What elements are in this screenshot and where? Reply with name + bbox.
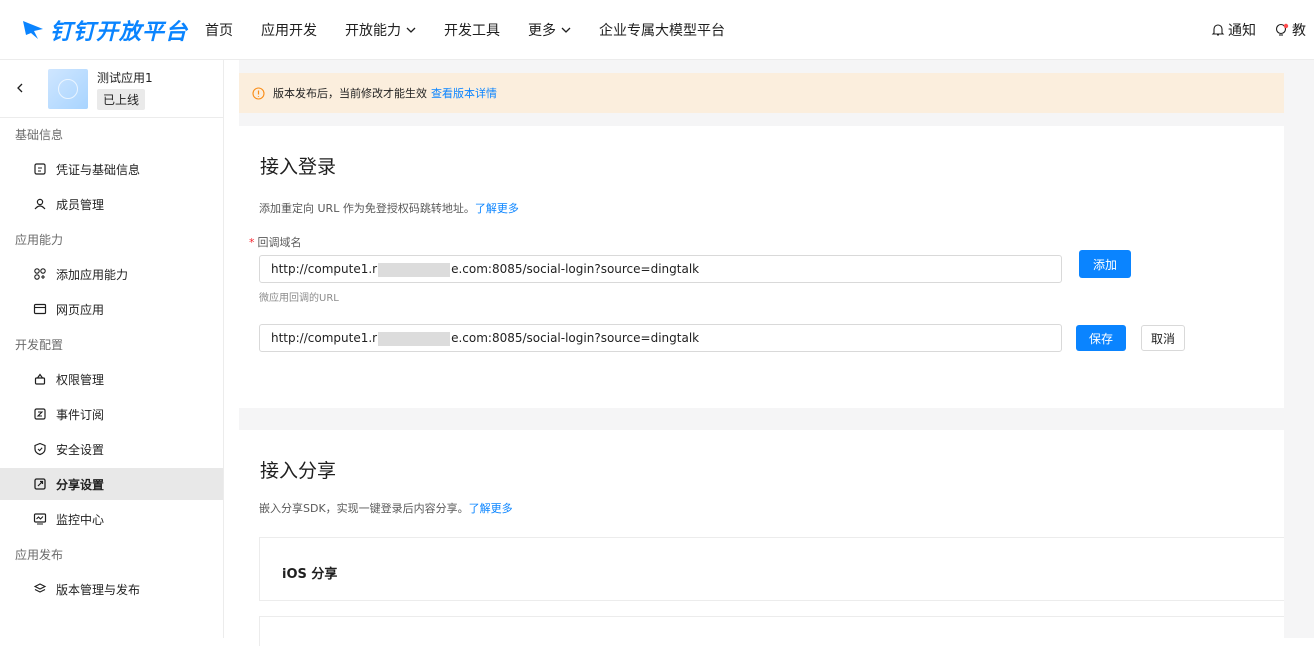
share-section-title: 接入分享 <box>260 460 337 482</box>
sidebar-item-label: 版本管理与发布 <box>56 582 141 597</box>
monitor-icon <box>33 513 47 525</box>
nav-open-capability[interactable]: 开放能力 <box>345 20 416 40</box>
app-name: 测试应用1 <box>97 71 153 85</box>
sidebar-item-security[interactable]: 安全设置 <box>0 433 223 465</box>
sidebar-item-label: 事件订阅 <box>56 407 105 422</box>
sidebar-item-label: 添加应用能力 <box>56 267 129 282</box>
sidebar: 测试应用1 已上线 基础信息 凭证与基础信息 成员管理 应用能力 添加应用能力 … <box>0 60 224 638</box>
nav-dev-tools[interactable]: 开发工具 <box>444 20 500 40</box>
save-button[interactable]: 保存 <box>1076 325 1126 351</box>
sidebar-item-version-release[interactable]: 版本管理与发布 <box>0 573 223 605</box>
tutorial-label: 教 <box>1292 23 1306 39</box>
tutorial-button[interactable]: 教 <box>1274 20 1314 40</box>
webpage-icon <box>33 303 47 315</box>
group-title-basic: 基础信息 <box>15 128 64 142</box>
nav-enterprise-llm[interactable]: 企业专属大模型平台 <box>599 20 725 40</box>
sidebar-item-label: 安全设置 <box>56 442 105 457</box>
apps-icon <box>34 268 46 280</box>
sidebar-item-label: 分享设置 <box>56 477 105 492</box>
cancel-button[interactable]: 取消 <box>1141 325 1185 351</box>
event-icon <box>34 408 46 420</box>
sidebar-item-members[interactable]: 成员管理 <box>0 188 223 220</box>
nav-home-label: 首页 <box>205 23 233 39</box>
url-suffix: e.com:8085/social-login?source=dingtalk <box>451 331 700 345</box>
back-arrow-icon[interactable] <box>14 80 26 96</box>
nav-app-dev[interactable]: 应用开发 <box>261 20 317 40</box>
nav-more-label: 更多 <box>528 23 556 39</box>
sidebar-item-label: 网页应用 <box>56 302 105 317</box>
login-section-card: 接入登录 添加重定向 URL 作为免登授权码跳转地址。了解更多 * 回调域名 ht… <box>239 126 1284 408</box>
sidebar-item-label: 权限管理 <box>56 372 105 387</box>
ios-share-title: iOS 分享 <box>282 567 338 582</box>
brand-logo[interactable]: 钉钉开放平台 <box>20 14 188 46</box>
layers-icon <box>33 583 47 593</box>
login-learn-more-link[interactable]: 了解更多 <box>475 202 519 215</box>
notification-button[interactable]: 通知 <box>1211 20 1256 40</box>
top-bar: 钉钉开放平台 首页 应用开发 开放能力 开发工具 更多 企业专属大模型平台 通知… <box>0 0 1314 60</box>
chevron-down-icon <box>561 27 571 33</box>
notification-label: 通知 <box>1228 23 1256 39</box>
lock-icon <box>34 373 46 385</box>
ios-share-panel[interactable]: iOS 分享 <box>259 537 1284 601</box>
nav-open-capability-label: 开放能力 <box>345 23 401 39</box>
nav-enterprise-llm-label: 企业专属大模型平台 <box>599 23 725 39</box>
view-version-link[interactable]: 查看版本详情 <box>431 85 497 101</box>
redacted-mask <box>378 262 451 277</box>
share-section-card: 接入分享 嵌入分享SDK，实现一键登录后内容分享。了解更多 iOS 分享 <box>239 430 1284 646</box>
group-title-dev-config: 开发配置 <box>15 338 64 352</box>
status-badge: 已上线 <box>97 89 146 110</box>
url-prefix: http://compute1.r <box>271 262 378 276</box>
top-right-actions: 通知 教 <box>1211 0 1314 60</box>
callback-url-hint: 微应用回调的URL <box>259 293 339 304</box>
next-share-panel[interactable] <box>259 616 1284 646</box>
sidebar-item-credentials[interactable]: 凭证与基础信息 <box>0 153 223 185</box>
app-avatar <box>48 69 88 109</box>
required-asterisk: * <box>249 236 255 249</box>
share-icon <box>34 478 46 490</box>
notice-text: 版本发布后，当前修改才能生效 <box>273 87 427 100</box>
share-section-desc: 嵌入分享SDK，实现一键登录后内容分享。了解更多 <box>259 500 513 516</box>
release-notice-banner: 版本发布后，当前修改才能生效 查看版本详情 <box>239 73 1284 113</box>
sidebar-item-share-settings[interactable]: 分享设置 <box>0 468 223 500</box>
callback-domain-label-text: 回调域名 <box>257 236 302 249</box>
callback-domain-label: * 回调域名 <box>249 234 302 250</box>
sidebar-item-label: 监控中心 <box>56 512 105 527</box>
login-desc-text: 添加重定向 URL 作为免登授权码跳转地址。 <box>259 202 475 215</box>
main-nav: 首页 应用开发 开放能力 开发工具 更多 企业专属大模型平台 <box>205 0 753 60</box>
lightbulb-icon <box>1275 23 1289 36</box>
group-title-capability: 应用能力 <box>15 233 64 247</box>
sidebar-item-monitor[interactable]: 监控中心 <box>0 503 223 535</box>
chevron-down-icon <box>406 27 416 33</box>
sidebar-item-webpage-app[interactable]: 网页应用 <box>0 293 223 325</box>
dingtalk-logo-icon <box>23 21 43 39</box>
sidebar-item-add-capability[interactable]: 添加应用能力 <box>0 258 223 290</box>
nav-home[interactable]: 首页 <box>205 20 233 40</box>
shield-icon <box>34 442 46 456</box>
info-icon <box>252 86 265 100</box>
url-prefix: http://compute1.r <box>271 331 378 345</box>
url-suffix: e.com:8085/social-login?source=dingtalk <box>451 262 700 276</box>
share-desc-text: 嵌入分享SDK，实现一键登录后内容分享。 <box>259 502 469 515</box>
sidebar-item-event-subscription[interactable]: 事件订阅 <box>0 398 223 430</box>
login-section-title: 接入登录 <box>260 156 337 178</box>
callback-url-input[interactable]: http://compute1.r e.com:8085/social-login… <box>259 255 1062 283</box>
redacted-mask <box>378 331 451 346</box>
nav-dev-tools-label: 开发工具 <box>444 23 500 39</box>
main-content: 版本发布后，当前修改才能生效 查看版本详情 接入登录 添加重定向 URL 作为免… <box>239 60 1314 646</box>
sidebar-item-label: 凭证与基础信息 <box>56 162 141 177</box>
bell-icon <box>1211 24 1225 36</box>
nav-app-dev-label: 应用开发 <box>261 23 317 39</box>
group-title-release: 应用发布 <box>15 548 64 562</box>
sidebar-item-permissions[interactable]: 权限管理 <box>0 363 223 395</box>
callback-url-edit-input[interactable]: http://compute1.r e.com:8085/social-login… <box>259 324 1062 352</box>
sidebar-item-label: 成员管理 <box>56 197 105 212</box>
nav-more[interactable]: 更多 <box>528 20 571 40</box>
login-section-desc: 添加重定向 URL 作为免登授权码跳转地址。了解更多 <box>259 200 519 216</box>
user-icon <box>34 198 46 210</box>
add-button[interactable]: 添加 <box>1079 250 1131 278</box>
app-header: 测试应用1 已上线 <box>0 60 223 118</box>
brand-name: 钉钉开放平台 <box>50 20 189 45</box>
share-learn-more-link[interactable]: 了解更多 <box>469 502 513 515</box>
credential-icon <box>34 163 46 175</box>
